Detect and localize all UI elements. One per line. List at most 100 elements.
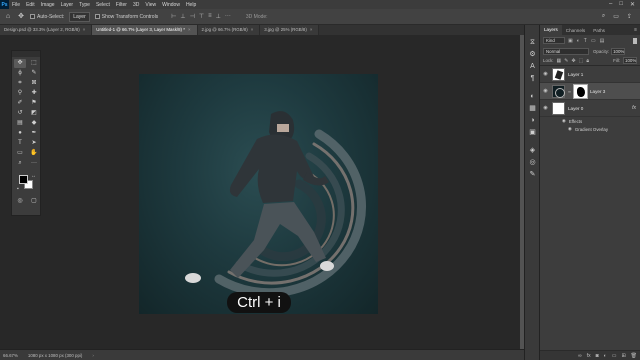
add-style-icon[interactable]: fx — [587, 353, 591, 359]
menu-type[interactable]: Type — [76, 2, 93, 8]
lock-transparency-icon[interactable]: ▦ — [557, 58, 562, 64]
gradient-tool-icon[interactable]: ▤ — [14, 119, 26, 128]
properties-icon[interactable]: ⚙ — [525, 49, 540, 61]
visibility-eye-icon[interactable]: ◉ — [542, 88, 549, 94]
default-colors-icon[interactable]: ▪ — [17, 186, 19, 192]
lasso-tool-icon[interactable]: ϕ — [14, 69, 26, 78]
layer-row-layer-0[interactable]: ◉ Layer 0 fx — [540, 100, 640, 117]
menu-file[interactable]: File — [9, 2, 23, 8]
maximize-icon[interactable]: □ — [619, 1, 623, 8]
close-icon[interactable]: × — [310, 27, 313, 35]
history-brush-tool-icon[interactable]: ↺ — [14, 109, 26, 118]
zoom-tool-icon[interactable]: ⌕ — [14, 159, 26, 168]
clone-stamp-tool-icon[interactable]: ⚑ — [28, 99, 40, 108]
align-left-icon[interactable]: ⊢ — [171, 13, 176, 20]
auto-select-checkbox[interactable]: Auto-Select: — [30, 14, 64, 20]
show-transform-checkbox[interactable]: Show Transform Controls — [94, 14, 158, 20]
eye-icon[interactable]: ◉ — [568, 126, 572, 132]
effects-group[interactable]: ◉ Effects — [540, 117, 640, 125]
smart-object-filter-icon[interactable]: ▤ — [600, 38, 605, 44]
history-icon[interactable]: ⧖ — [525, 37, 540, 49]
chevron-right-icon[interactable]: › — [92, 353, 93, 358]
panel-menu-icon[interactable]: ≡ — [634, 27, 640, 33]
align-bottom-icon[interactable]: ⊥ — [216, 13, 221, 20]
auto-select-target-dropdown[interactable]: Layer — [69, 11, 90, 22]
close-icon[interactable]: × — [83, 27, 86, 35]
more-options-icon[interactable]: ··· — [225, 13, 231, 20]
hand-tool-icon[interactable]: ✋ — [28, 149, 40, 158]
menu-3d[interactable]: 3D — [130, 2, 142, 8]
minimize-icon[interactable]: – — [609, 1, 612, 8]
search-icon[interactable]: ⌕ — [602, 13, 605, 20]
foreground-color-swatch[interactable] — [19, 175, 28, 184]
layers-icon[interactable]: ◈ — [525, 145, 540, 157]
layer-name[interactable]: Layer 3 — [590, 89, 605, 94]
healing-tool-icon[interactable]: ✚ — [28, 89, 40, 98]
close-icon[interactable]: ✕ — [630, 1, 635, 8]
checkbox-icon[interactable] — [94, 14, 100, 19]
align-top-icon[interactable]: ⊤ — [199, 13, 204, 20]
marquee-tool-icon[interactable]: ⬚ — [28, 59, 40, 68]
share-icon[interactable]: ⇪ — [627, 13, 632, 20]
photoshop-logo-icon[interactable]: Ps — [0, 0, 9, 9]
effect-item[interactable]: ◉ Gradient Overlay — [540, 125, 640, 133]
screen-mode-icon[interactable]: ▢ — [28, 197, 40, 206]
tab-untitled-1[interactable]: Untitled-1 @ 66.7% (Layer 3, Layer Mask/… — [92, 25, 198, 35]
blur-tool-icon[interactable]: ◆ — [28, 119, 40, 128]
align-right-icon[interactable]: ⊣ — [190, 13, 195, 20]
libraries-icon[interactable]: ▣ — [525, 127, 540, 139]
fx-badge[interactable]: fx — [632, 105, 640, 111]
layer-row-layer-1[interactable]: ◉ Layer 1 — [540, 66, 640, 83]
menu-window[interactable]: Window — [159, 2, 183, 8]
quick-mask-icon[interactable]: ◎ — [14, 197, 26, 206]
tab-3-jpg[interactable]: 3.jpg @ 25% (RGB/8) × — [260, 25, 320, 35]
tab-channels[interactable]: Channels — [562, 28, 589, 33]
pen-tool-icon[interactable]: ✒ — [28, 129, 40, 138]
path-select-tool-icon[interactable]: ➤ — [28, 139, 40, 148]
crop-tool-icon[interactable]: ⌗ — [14, 79, 26, 88]
channels-icon[interactable]: ◎ — [525, 157, 540, 169]
character-icon[interactable]: A — [525, 61, 540, 73]
tab-layers[interactable]: Layers — [540, 25, 562, 35]
menu-view[interactable]: View — [142, 2, 159, 8]
color-icon[interactable]: ◐ — [525, 91, 540, 103]
lock-artboard-icon[interactable]: ⬚ — [579, 58, 584, 64]
eraser-tool-icon[interactable]: ◩ — [28, 109, 40, 118]
shape-tool-icon[interactable]: ▭ — [14, 149, 26, 158]
paths-icon[interactable]: ✎ — [525, 169, 540, 181]
new-adjustment-icon[interactable]: ◐ — [604, 353, 607, 359]
menu-filter[interactable]: Filter — [113, 2, 130, 8]
visibility-eye-icon[interactable]: ◉ — [542, 71, 549, 77]
menu-layer[interactable]: Layer — [58, 2, 77, 8]
menu-select[interactable]: Select — [93, 2, 113, 8]
more-tools-icon[interactable]: ··· — [28, 159, 40, 168]
type-tool-icon[interactable]: T — [14, 139, 26, 148]
quick-select-tool-icon[interactable]: ✎ — [28, 69, 40, 78]
lock-all-icon[interactable]: 🔒︎ — [586, 58, 589, 64]
move-tool-icon[interactable]: ✥ — [14, 59, 26, 68]
menu-help[interactable]: Help — [183, 2, 199, 8]
swatches-icon[interactable]: ▦ — [525, 103, 540, 115]
layer-row-layer-3[interactable]: ◉ ∞ Layer 3 — [540, 83, 640, 100]
zoom-level[interactable]: 66.67% — [3, 353, 18, 358]
blend-mode-dropdown[interactable]: Normal — [543, 47, 589, 55]
dodge-tool-icon[interactable]: ● — [14, 129, 26, 138]
tab-2-jpg[interactable]: 2.jpg @ 66.7% (RGB/8) × — [197, 25, 261, 35]
layer-kind-filter[interactable]: Kind — [543, 37, 565, 44]
layer-name[interactable]: Layer 1 — [568, 72, 583, 77]
checkbox-icon[interactable] — [30, 14, 35, 19]
close-icon[interactable]: × — [251, 27, 254, 35]
eye-icon[interactable]: ◉ — [562, 118, 566, 124]
shape-filter-icon[interactable]: ▭ — [591, 38, 596, 44]
link-layers-icon[interactable]: ∞ — [578, 353, 582, 359]
close-icon[interactable]: × — [188, 27, 191, 35]
paragraph-icon[interactable]: ¶ — [525, 73, 540, 85]
menu-image[interactable]: Image — [38, 2, 58, 8]
brush-tool-icon[interactable]: ✐ — [14, 99, 26, 108]
home-icon[interactable]: ⌂ — [4, 13, 12, 21]
layer-mask-thumbnail[interactable] — [573, 83, 588, 99]
lock-pixels-icon[interactable]: ✎ — [564, 58, 568, 64]
frame-tool-icon[interactable]: ⊠ — [28, 79, 40, 88]
tab-paths[interactable]: Paths — [589, 28, 609, 33]
type-filter-icon[interactable]: T — [584, 38, 587, 44]
